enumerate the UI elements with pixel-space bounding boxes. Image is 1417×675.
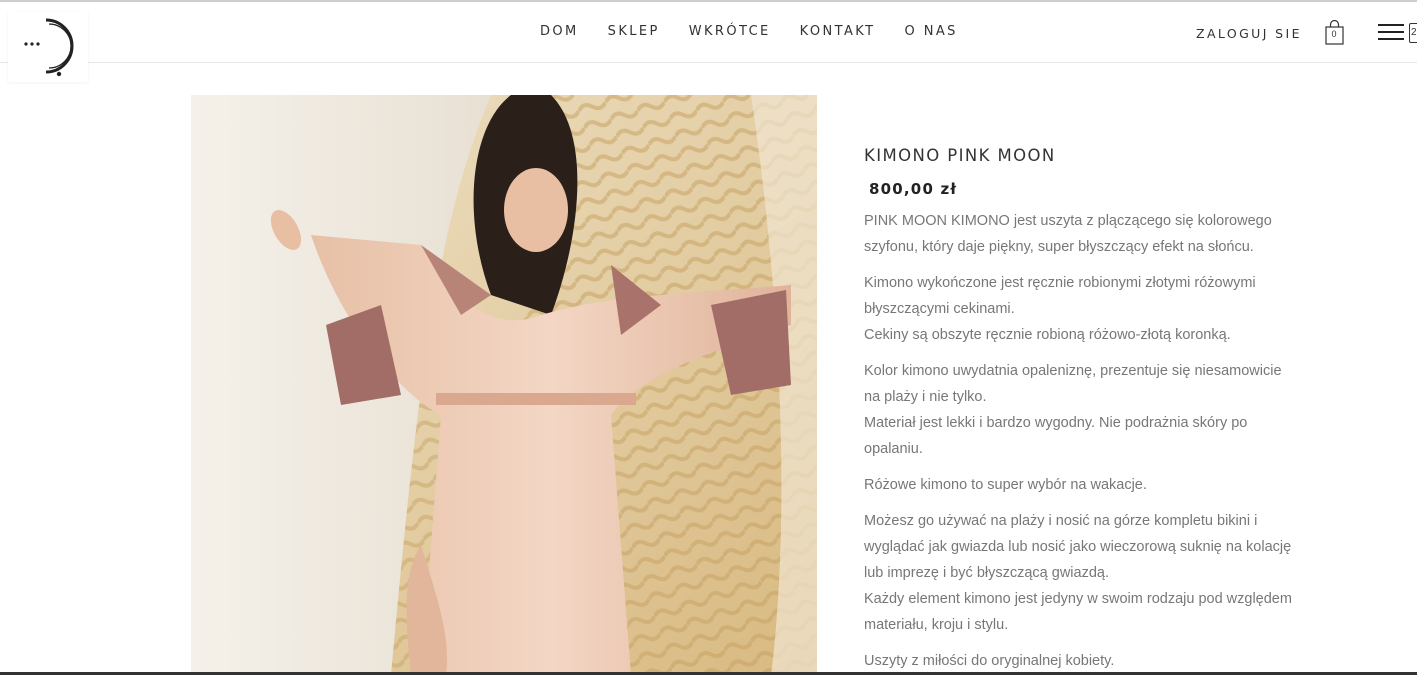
main-navigation: DOM SKLEP WKRÓTCE KONTAKT O NAS <box>540 24 987 39</box>
description-paragraph: Kolor kimono uwydatnia opaleniznę, preze… <box>864 363 1282 457</box>
description-paragraph: Uszyty z miłości do oryginalnej kobiety. <box>864 653 1115 669</box>
nav-item-sklep[interactable]: SKLEP <box>608 24 660 39</box>
description-paragraph: PINK MOON KIMONO jest uszyta z plącząceg… <box>864 213 1272 255</box>
product-price: 800,00 zł <box>869 180 958 198</box>
menu-button[interactable] <box>1378 24 1404 42</box>
description-paragraph: Możesz go używać na plaży i nosić na gór… <box>864 513 1292 633</box>
site-header: DOM SKLEP WKRÓTCE KONTAKT O NAS ZALOGUJ … <box>0 2 1417 82</box>
cart-button[interactable]: 0 <box>1324 19 1346 46</box>
product-photo <box>191 95 817 675</box>
product-description: PINK MOON KIMONO jest uszyta z plącząceg… <box>864 208 1294 674</box>
nav-item-o-nas[interactable]: O NAS <box>905 24 958 39</box>
logo[interactable] <box>8 12 88 82</box>
product-title: KIMONO PINK MOON <box>864 146 1056 165</box>
cutoff-badge[interactable]: 2 <box>1409 23 1417 43</box>
crescent-moon-logo-icon <box>24 18 74 77</box>
nav-item-dom[interactable]: DOM <box>540 24 579 39</box>
product-details: KIMONO PINK MOON 800,00 zł PINK MOON KIM… <box>864 146 1294 675</box>
nav-item-wkrotce[interactable]: WKRÓTCE <box>689 24 771 39</box>
login-link[interactable]: ZALOGUJ SIE <box>1196 26 1302 41</box>
hamburger-menu-icon <box>1378 24 1404 26</box>
description-paragraph: Różowe kimono to super wybór na wakacje. <box>864 477 1147 493</box>
nav-item-kontakt[interactable]: KONTAKT <box>800 24 876 39</box>
product-image[interactable] <box>191 95 817 675</box>
cart-count: 0 <box>1331 29 1337 39</box>
description-paragraph: Kimono wykończone jest ręcznie robionymi… <box>864 275 1256 343</box>
